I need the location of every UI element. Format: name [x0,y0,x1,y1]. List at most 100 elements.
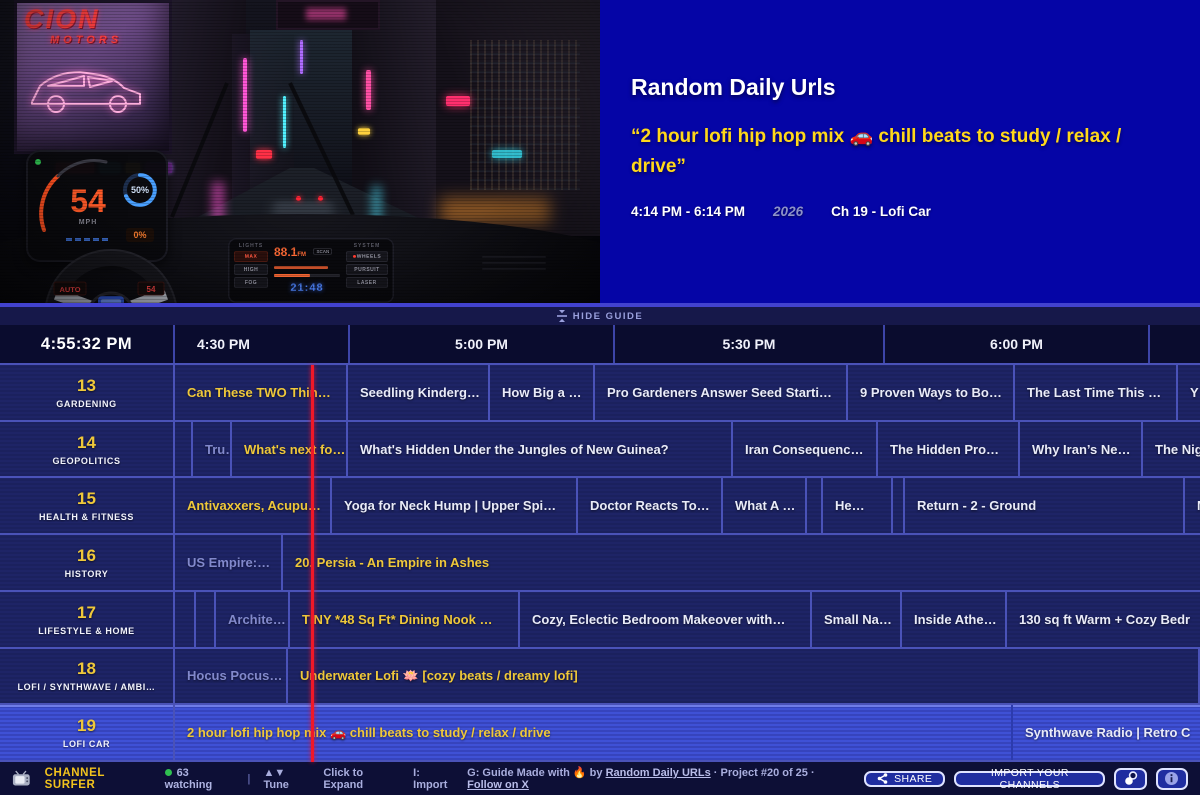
app-brand: CHANNEL SURFER [45,767,152,791]
program-cell[interactable]: Antivaxxers, Acupu… [175,478,332,533]
import-channels-button[interactable]: IMPORT YOUR CHANNELS [954,771,1105,787]
program-cell[interactable]: US Empire:… [175,535,283,590]
separator: | [247,773,250,785]
console-button: MAX [234,251,268,262]
program-cell[interactable]: What A … [723,478,807,533]
program-cell[interactable]: TINY *48 Sq Ft* Dining Nook … [290,592,520,647]
channel-number: 17 [77,603,96,623]
program-cell[interactable]: Yoga for Neck Hump | Upper Spi… [332,478,578,533]
channel-label[interactable]: 19LOFI CAR [0,705,175,760]
random-daily-urls-link[interactable]: Random Daily URLs [606,767,711,779]
program-cell[interactable]: Cozy, Eclectic Bedroom Makeover with… [520,592,812,647]
console-button: FOG [234,277,268,288]
time-header-slots: 4:30 PM5:00 PM5:30 PM6:00 PM [175,325,1200,363]
program-cell[interactable]: Pro Gardeners Answer Seed Starti… [595,365,848,420]
time-slot-label: 6:00 PM [885,325,1150,363]
program-cell[interactable]: 130 sq ft Warm + Cozy Bedr [1007,592,1200,647]
program-cell[interactable]: Underwater Lofi 🪷 [cozy beats / dreamy l… [288,649,1200,704]
neon-car-outline [24,50,156,122]
program-cell[interactable]: Archite… [216,592,290,647]
program-cell[interactable]: Seedling Kinderg… [348,365,490,420]
channel-row: 14GEOPOLITICS Tru…What's next fo…What's H… [0,422,1200,479]
program-track: Archite…TINY *48 Sq Ft* Dining Nook …Coz… [175,592,1200,647]
hide-guide-button[interactable]: HIDE GUIDE [0,307,1200,325]
channel-number: 18 [77,659,96,679]
program-cell[interactable]: Return - 2 - Ground [905,478,1185,533]
program-cell[interactable]: Can These TWO Thin… [175,365,348,420]
info-button[interactable] [1156,768,1188,790]
program-track: Can These TWO Thin…Seedling Kinderg…How … [175,365,1200,420]
channel-row: 15HEALTH & FITNESSAntivaxxers, Acupu…Yog… [0,478,1200,535]
program-cell[interactable]: Synthwave Radio | Retro C [1013,705,1200,760]
channel-name: LIFESTYLE & HOME [38,626,135,636]
program-cell[interactable]: Hocus Pocus… [175,649,288,704]
time-slot-label: 5:00 PM [350,325,615,363]
guide-rows: 13 GARDENING Can These TWO Thin…Seedling K… [0,365,1200,762]
radio-station: 88.1FM [274,245,306,259]
tv-logo-icon [12,770,32,787]
program-cell[interactable]: 20. Persia - An Empire in Ashes [283,535,1200,590]
dash-clock: 21:48 [274,282,340,294]
battery-percent: 50% [131,185,149,195]
video-player[interactable]: CION MOTORS 54 [0,0,600,303]
program-cell[interactable]: What's Hidden Under the Jungles of New G… [348,422,733,477]
console-button: WHEELS [346,251,388,262]
steering-wheel: AUTO 54 [34,244,189,303]
program-cell[interactable]: 2 hour lofi hip hop mix 🚗 chill beats to… [175,705,1013,760]
program-cell[interactable]: Why Iran’s Ne… [1020,422,1143,477]
program-year: 2026 [773,204,803,219]
program-cell[interactable]: The Hidden Pro… [878,422,1020,477]
speed-value: 54 [70,183,106,219]
program-cell[interactable]: Small Na… [812,592,902,647]
program-cell[interactable]: The Last Time This … [1015,365,1178,420]
status-bar-actions: SHARE IMPORT YOUR CHANNELS [864,768,1188,790]
tune-arrows-icon: ▲▼ [263,767,285,779]
program-cell[interactable]: Iran Consequenc… [733,422,878,477]
theme-toggle-button[interactable] [1114,768,1146,790]
program-cell[interactable]: The Nig [1143,422,1200,477]
program-cell[interactable] [175,422,193,477]
collapse-icon [557,310,567,322]
program-cell[interactable]: Tru… [193,422,232,477]
channel-label[interactable]: 16HISTORY [0,535,175,590]
scan-pill: SCAN [313,248,332,255]
channel-label[interactable]: 13 GARDENING [0,365,175,420]
wheel-auto-label: AUTO [59,285,80,294]
program-cell[interactable] [807,478,823,533]
live-dot-icon [165,769,172,776]
wheel-speed-label: 54 [147,285,156,294]
console-button: HIGH [234,264,268,275]
share-button[interactable]: SHARE [864,771,945,787]
channel-row: 18LOFI / SYNTHWAVE / AMBI…Hocus Pocus…Un… [0,649,1200,706]
source-title: Random Daily Urls [631,74,1176,101]
console-button: LASER [346,277,388,288]
program-cell[interactable]: 9 Proven Ways to Bo… [848,365,1015,420]
program-cell[interactable]: He… [823,478,893,533]
program-cell[interactable]: Inside Athe… [902,592,1007,647]
program-cell[interactable] [196,592,216,647]
channel-number: 15 [77,489,96,509]
channel-label[interactable]: 18LOFI / SYNTHWAVE / AMBI… [0,649,175,704]
top-area: CION MOTORS 54 [0,0,1200,307]
program-cell[interactable]: What's next fo… [232,422,348,477]
channel-label[interactable]: 17 LIFESTYLE & HOME [0,592,175,647]
program-track: US Empire:…20. Persia - An Empire in Ash… [175,535,1200,590]
program-cell[interactable]: Doctor Reacts To… [578,478,723,533]
program-cell[interactable] [175,592,196,647]
program-cell[interactable]: Y [1178,365,1200,420]
program-track: Hocus Pocus…Underwater Lofi 🪷 [cozy beat… [175,649,1200,704]
program-cell[interactable]: M [1185,478,1200,533]
expand-hint: Click to Expand [323,767,400,791]
program-cell[interactable]: How Big a … [490,365,595,420]
channel-label[interactable]: 15HEALTH & FITNESS [0,478,175,533]
channel-label[interactable]: 14GEOPOLITICS [0,422,175,477]
track-title-bar [274,266,328,270]
program-cell[interactable] [893,478,905,533]
program-info-panel: Random Daily Urls “2 hour lofi hip hop m… [600,0,1200,303]
import-hint: I: Import [413,767,454,791]
channel-number: 13 [77,376,96,396]
follow-on-x-link[interactable]: Follow on X [467,779,529,791]
hide-guide-label: HIDE GUIDE [573,311,643,322]
channel-name: GARDENING [56,399,116,409]
time-range: 4:14 PM - 6:14 PM [631,204,745,219]
